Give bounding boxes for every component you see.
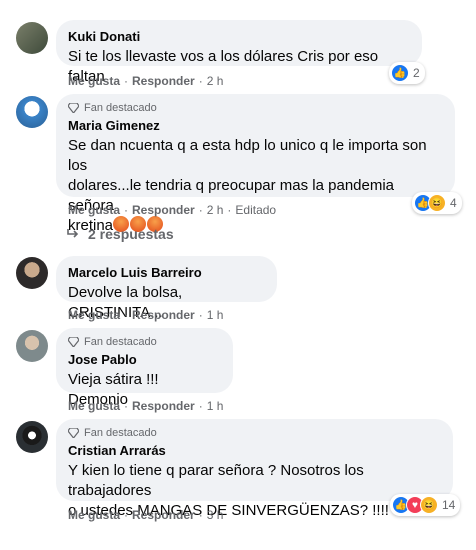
timestamp[interactable]: 1 h [207, 399, 224, 413]
reaction-count: 4 [450, 196, 457, 210]
top-fan-badge[interactable]: Fan destacado [68, 102, 443, 114]
avatar[interactable] [16, 22, 48, 54]
comment-bubble: Fan destacado Jose Pablo Vieja sátira !!… [56, 328, 233, 408]
comment-bubble: Kuki Donati Si te los llevaste vos a los… [56, 20, 422, 85]
timestamp[interactable]: 3 h [207, 508, 224, 522]
haha-icon: 😆 [428, 194, 446, 212]
comment-bubble: Marcelo Luis Barreiro Devolve la bolsa, … [56, 256, 277, 321]
timestamp[interactable]: 1 h [207, 308, 224, 322]
like-icon: 👍 [391, 64, 409, 82]
badge-label: Fan destacado [84, 102, 157, 114]
reaction-summary[interactable]: 👍 😆 4 [412, 192, 462, 214]
edited-label: Editado [235, 203, 277, 217]
reply-link[interactable]: Responder [132, 74, 195, 88]
reply-link[interactable]: Responder [132, 203, 195, 217]
haha-icon: 😆 [420, 496, 438, 514]
reply-link[interactable]: Responder [132, 308, 195, 322]
reaction-summary[interactable]: 👍 2 [389, 62, 425, 84]
comment-text: Se dan ncuenta q a esta hdp lo unico q l… [68, 137, 427, 234]
reply-link[interactable]: Responder [132, 508, 195, 522]
reaction-count: 14 [442, 498, 456, 512]
like-link[interactable]: Me gusta [68, 399, 120, 413]
like-link[interactable]: Me gusta [68, 74, 120, 88]
like-link[interactable]: Me gusta [68, 308, 120, 322]
avatar[interactable] [16, 96, 48, 128]
diamond-icon [68, 103, 79, 113]
badge-label: Fan destacado [84, 427, 157, 439]
top-fan-badge[interactable]: Fan destacado [68, 427, 441, 439]
replies-count: 2 respuestas [88, 226, 174, 242]
top-fan-badge[interactable]: Fan destacado [68, 336, 221, 348]
diamond-icon [68, 428, 79, 438]
comment-bubble: Fan destacado Cristian Arrarás Y kien lo… [56, 419, 453, 519]
avatar[interactable] [16, 330, 48, 362]
author-name[interactable]: Maria Gimenez [68, 117, 443, 134]
like-link[interactable]: Me gusta [68, 508, 120, 522]
author-name[interactable]: Jose Pablo [68, 351, 221, 368]
like-link[interactable]: Me gusta [68, 203, 120, 217]
reply-arrow-icon [67, 229, 79, 238]
author-name[interactable]: Cristian Arrarás [68, 442, 441, 459]
timestamp[interactable]: 2 h [207, 203, 224, 217]
reaction-summary[interactable]: 👍 ♥ 😆 14 [390, 494, 461, 516]
timestamp[interactable]: 2 h [207, 74, 224, 88]
comment-actions: Me gusta · Responder · 2 h [68, 74, 224, 88]
view-replies-link[interactable]: 2 respuestas [66, 226, 174, 242]
comment-actions: Me gusta · Responder · 1 h [68, 308, 224, 322]
comment-actions: Me gusta · Responder · 3 h [68, 508, 224, 522]
author-name[interactable]: Kuki Donati [68, 28, 410, 45]
avatar[interactable] [16, 421, 48, 453]
comment-bubble: Fan destacado Maria Gimenez Se dan ncuen… [56, 94, 455, 234]
comment-actions: Me gusta · Responder · 1 h [68, 399, 224, 413]
author-name[interactable]: Marcelo Luis Barreiro [68, 264, 265, 281]
avatar[interactable] [16, 257, 48, 289]
comment-actions: Me gusta · Responder · 2 h · Editado [68, 203, 277, 217]
reaction-count: 2 [413, 66, 420, 80]
badge-label: Fan destacado [84, 336, 157, 348]
reply-link[interactable]: Responder [132, 399, 195, 413]
diamond-icon [68, 337, 79, 347]
